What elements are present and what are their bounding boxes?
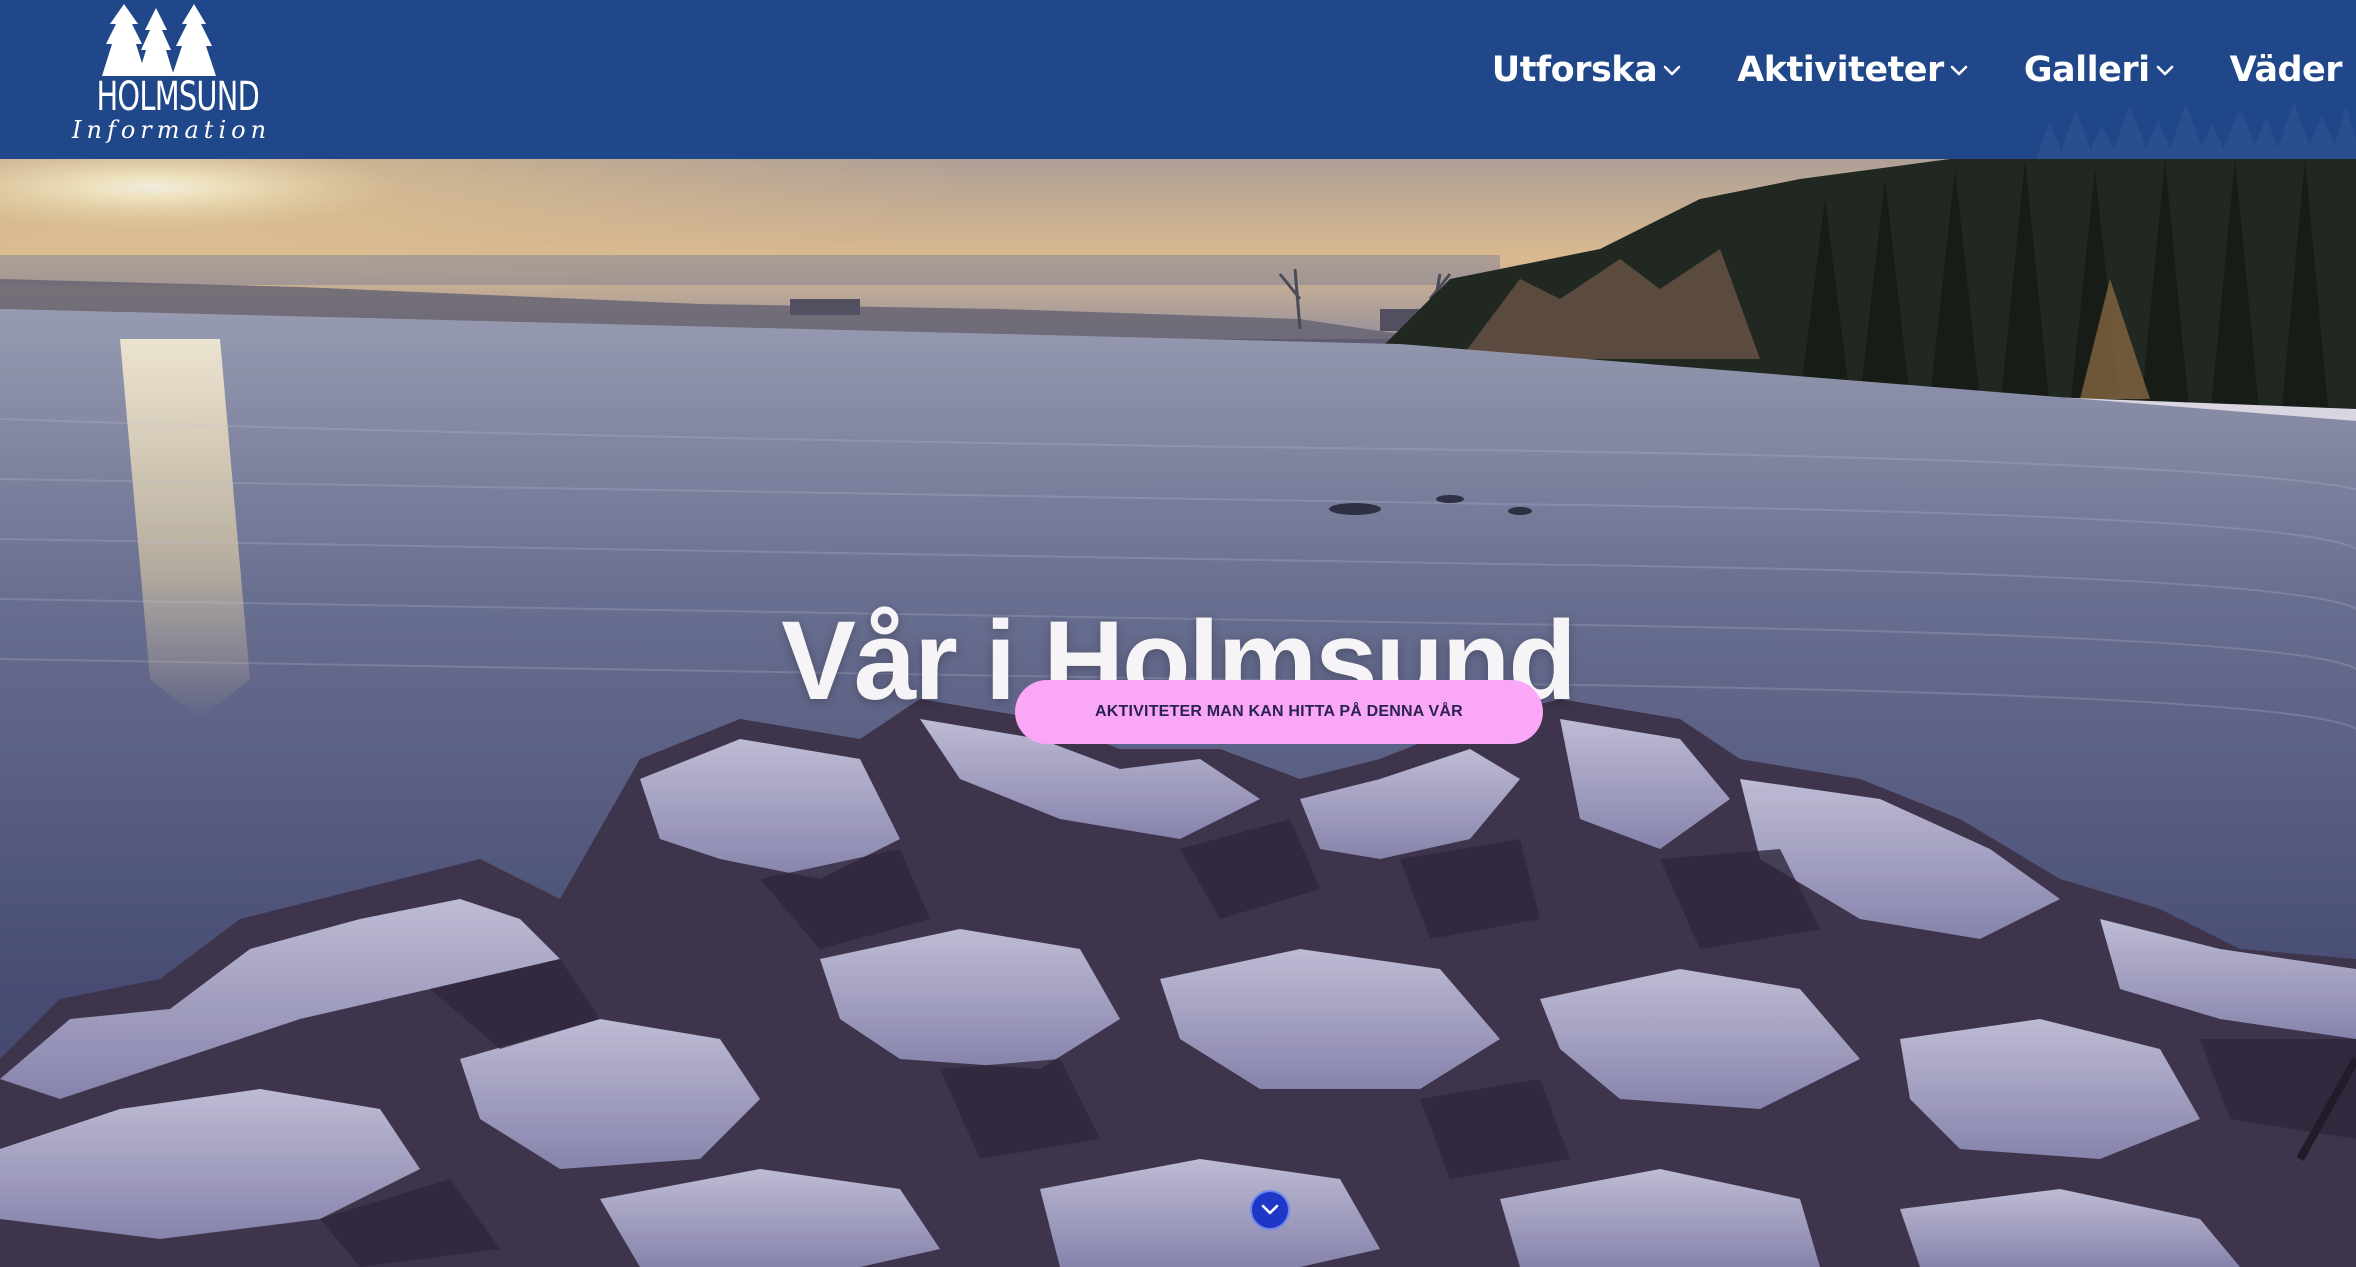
nav-item-utforska[interactable]: Utforska (1492, 50, 1681, 90)
nav-item-label: Utforska (1491, 50, 1658, 90)
chevron-down-icon (1663, 65, 1681, 76)
logo-title: HOLMSUND (96, 74, 260, 120)
nav-item-label: Galleri (2023, 50, 2150, 90)
header-treeline-decoration (2036, 101, 2356, 159)
scroll-down-button[interactable] (1250, 1190, 1290, 1230)
page: HOLMSUND Information Utforska Aktivitete… (0, 0, 2356, 1267)
nav-item-label: Aktiviteter (1737, 50, 1944, 90)
chevron-down-icon (1950, 65, 1968, 76)
site-logo[interactable]: HOLMSUND Information (72, 4, 272, 152)
pine-trees-icon (102, 4, 216, 76)
chevron-down-icon (1261, 1204, 1279, 1215)
main-nav: Utforska Aktiviteter Galleri Väder (1436, 50, 2343, 90)
logo-subtitle: Information (72, 116, 272, 144)
nav-item-vader[interactable]: Väder (2229, 50, 2343, 90)
nav-item-aktiviteter[interactable]: Aktiviteter (1737, 50, 1968, 90)
nav-item-label: Väder (2229, 50, 2343, 90)
site-header: HOLMSUND Information Utforska Aktivitete… (0, 0, 2356, 159)
activities-cta-button[interactable]: AKTIVITETER MAN KAN HITTA PÅ DENNA VÅR (1015, 680, 1543, 744)
nav-item-galleri[interactable]: Galleri (2024, 50, 2174, 90)
hero-section: Vår i Holmsund AKTIVITETER MAN KAN HITTA… (0, 159, 2356, 1267)
chevron-down-icon (2156, 65, 2173, 76)
